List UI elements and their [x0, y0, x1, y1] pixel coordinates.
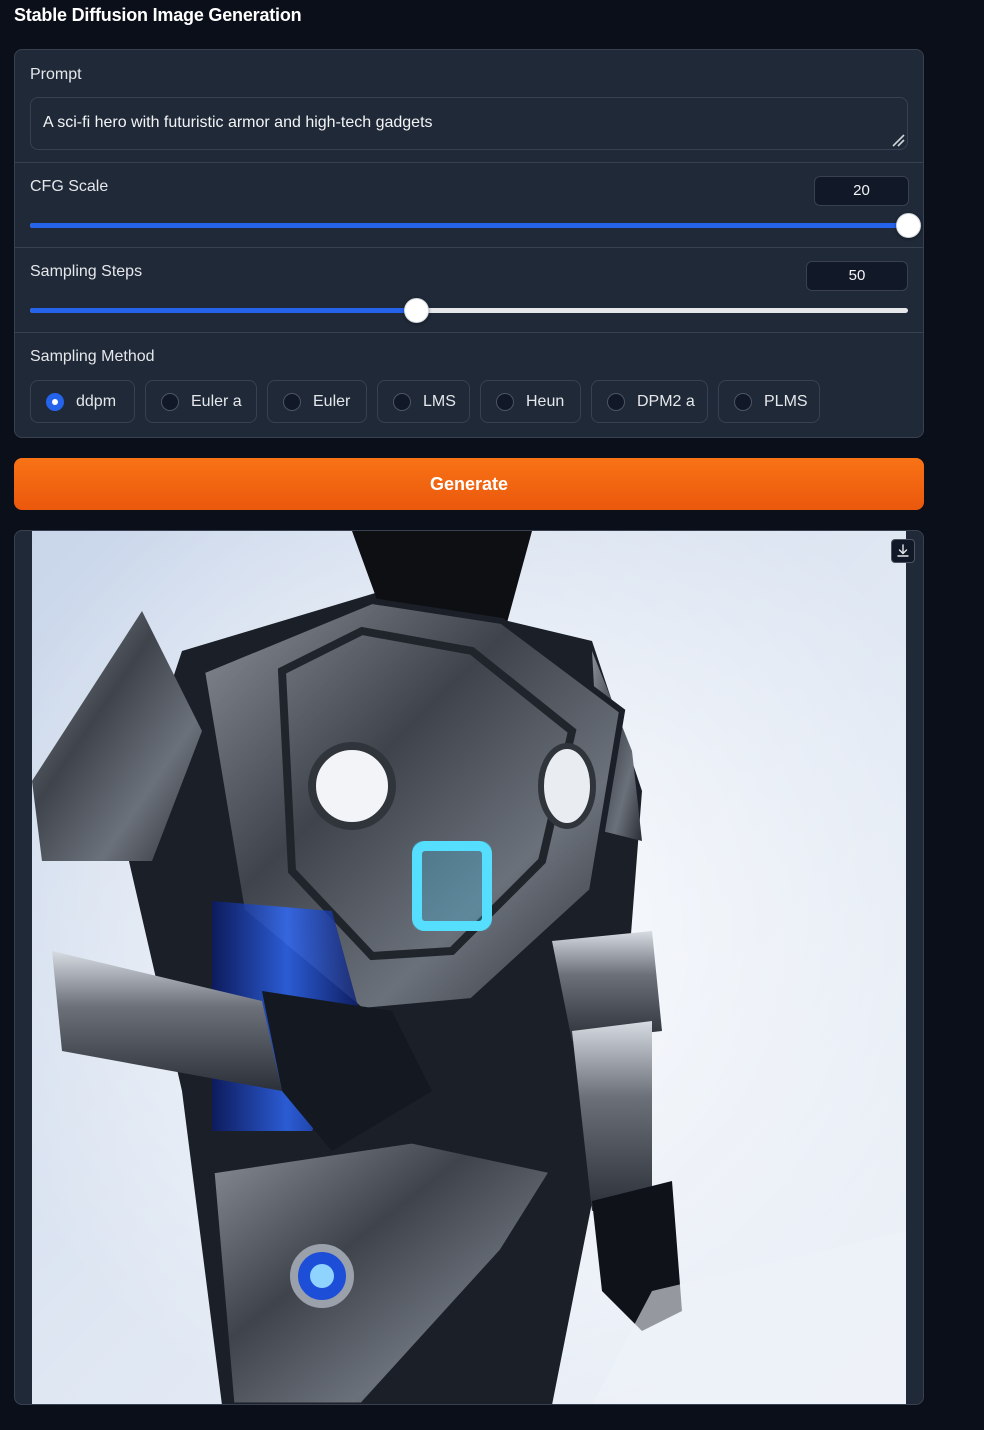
- radio-dot: [46, 392, 64, 411]
- sampling-method-label: Sampling Method: [30, 348, 155, 365]
- page-title: Stable Diffusion Image Generation: [14, 5, 302, 25]
- cfg-scale-label: CFG Scale: [30, 178, 109, 195]
- cfg-scale-slider-thumb[interactable]: [896, 213, 921, 238]
- radio-option-euler[interactable]: Euler: [267, 380, 367, 423]
- radio-option-euler-a[interactable]: Euler a: [145, 380, 257, 423]
- prompt-text: A sci-fi hero with futuristic armor and …: [43, 114, 433, 131]
- sampling-steps-slider-fill: [30, 308, 417, 313]
- radio-dot: [734, 392, 752, 411]
- download-button[interactable]: [891, 539, 915, 563]
- prompt-block: Prompt A sci-fi hero with futuristic arm…: [15, 50, 923, 163]
- radio-option-label: Euler: [313, 392, 351, 410]
- download-icon: [897, 544, 909, 557]
- sampling-steps-label: Sampling Steps: [30, 263, 143, 280]
- radio-option-label: DPM2 a: [637, 392, 695, 410]
- radio-option-label: Euler a: [191, 392, 242, 410]
- output-image-panel: [14, 530, 924, 1405]
- settings-panel: Prompt A sci-fi hero with futuristic arm…: [14, 49, 924, 438]
- radio-dot: [283, 392, 301, 411]
- cfg-scale-number-input[interactable]: 20: [814, 176, 909, 206]
- radio-dot: [161, 392, 179, 411]
- radio-option-label: LMS: [423, 392, 456, 410]
- generate-button[interactable]: Generate: [14, 458, 924, 510]
- generated-image: [32, 531, 906, 1404]
- radio-option-dpm2-a[interactable]: DPM2 a: [591, 380, 708, 423]
- sampling-steps-number-input[interactable]: 50: [806, 261, 908, 291]
- cfg-scale-block: CFG Scale 20: [15, 163, 923, 248]
- sampling-steps-slider-thumb[interactable]: [404, 298, 430, 323]
- sampling-steps-slider[interactable]: [30, 298, 908, 323]
- radio-dot: [393, 392, 411, 411]
- app-root: Stable Diffusion Image Generation Prompt…: [0, 0, 984, 1430]
- cfg-scale-slider[interactable]: [30, 213, 921, 238]
- radio-option-label: ddpm: [76, 392, 117, 410]
- radio-option-label: Heun: [526, 392, 565, 410]
- radio-option-heun[interactable]: Heun: [480, 380, 581, 423]
- radio-option-plms[interactable]: PLMS: [718, 380, 820, 423]
- radio-dot: [496, 392, 514, 411]
- sampling-steps-block: Sampling Steps 50: [15, 248, 923, 333]
- radio-option-lms[interactable]: LMS: [377, 380, 470, 423]
- radio-dot: [607, 392, 625, 411]
- prompt-label: Prompt: [30, 66, 82, 83]
- radio-option-label: PLMS: [764, 392, 808, 410]
- radio-option-ddpm[interactable]: ddpm: [30, 380, 135, 423]
- prompt-input[interactable]: A sci-fi hero with futuristic armor and …: [30, 97, 908, 150]
- resize-handle-icon[interactable]: [891, 133, 905, 147]
- cfg-scale-slider-fill: [30, 223, 908, 228]
- sampling-method-block: Sampling Method ddpm Euler a Euler LMS H…: [15, 333, 923, 437]
